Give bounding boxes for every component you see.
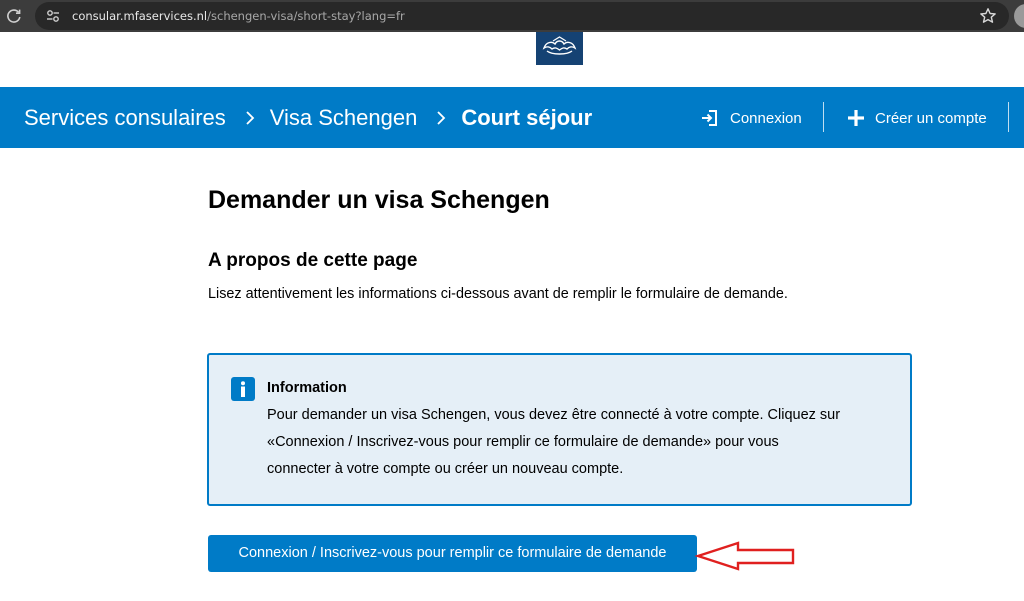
- site-header: Services consulaires Visa Schengen Court…: [0, 87, 1024, 148]
- create-account-label: Créer un compte: [875, 109, 987, 127]
- login-link[interactable]: Connexion: [700, 104, 802, 132]
- reload-icon[interactable]: [4, 6, 24, 26]
- login-register-apply-button[interactable]: Connexion / Inscrivez-vous pour remplir …: [208, 535, 697, 572]
- plus-icon: [848, 110, 864, 126]
- star-icon[interactable]: [979, 7, 997, 25]
- login-label: Connexion: [730, 109, 802, 127]
- site-settings-icon[interactable]: [45, 8, 61, 24]
- url-text[interactable]: consular.mfaservices.nl/schengen-visa/sh…: [72, 8, 405, 24]
- info-icon: [231, 377, 255, 401]
- section-description: Lisez attentivement les informations ci-…: [208, 286, 788, 302]
- info-heading: Information: [267, 380, 347, 396]
- create-account-link[interactable]: Créer un compte: [846, 104, 987, 132]
- info-text-line: connecter à votre compte ou créer un nou…: [267, 461, 624, 477]
- section-title: A propos de cette page: [208, 250, 418, 271]
- browser-toolbar: consular.mfaservices.nl/schengen-visa/sh…: [0, 0, 1024, 32]
- url-path: /schengen-visa/short-stay?lang=fr: [207, 9, 405, 23]
- information-panel: Information Pour demander un visa Scheng…: [207, 353, 912, 506]
- address-bar[interactable]: consular.mfaservices.nl/schengen-visa/sh…: [35, 2, 1009, 30]
- breadcrumb-item-visa[interactable]: Visa Schengen: [270, 105, 418, 131]
- info-text-line: Pour demander un visa Schengen, vous dev…: [267, 407, 841, 423]
- breadcrumb-item-current: Court séjour: [461, 105, 593, 130]
- login-icon: [702, 110, 717, 126]
- header-divider: [1008, 102, 1009, 132]
- breadcrumb-item-services[interactable]: Services consulaires: [24, 105, 226, 131]
- page-title: Demander un visa Schengen: [208, 186, 550, 214]
- breadcrumb: Services consulaires Visa Schengen Court…: [24, 104, 592, 132]
- arrow-annotation: [695, 541, 795, 571]
- info-text-line: «Connexion / Inscrivez-vous pour remplir…: [267, 434, 779, 450]
- header-divider: [823, 102, 824, 132]
- logo-emblem[interactable]: [536, 32, 583, 65]
- chevron-right-icon: [437, 111, 446, 125]
- profile-avatar[interactable]: [1014, 4, 1024, 28]
- info-text: Pour demander un visa Schengen, vous dev…: [267, 402, 907, 483]
- chevron-right-icon: [246, 111, 255, 125]
- url-host: consular.mfaservices.nl: [72, 9, 208, 23]
